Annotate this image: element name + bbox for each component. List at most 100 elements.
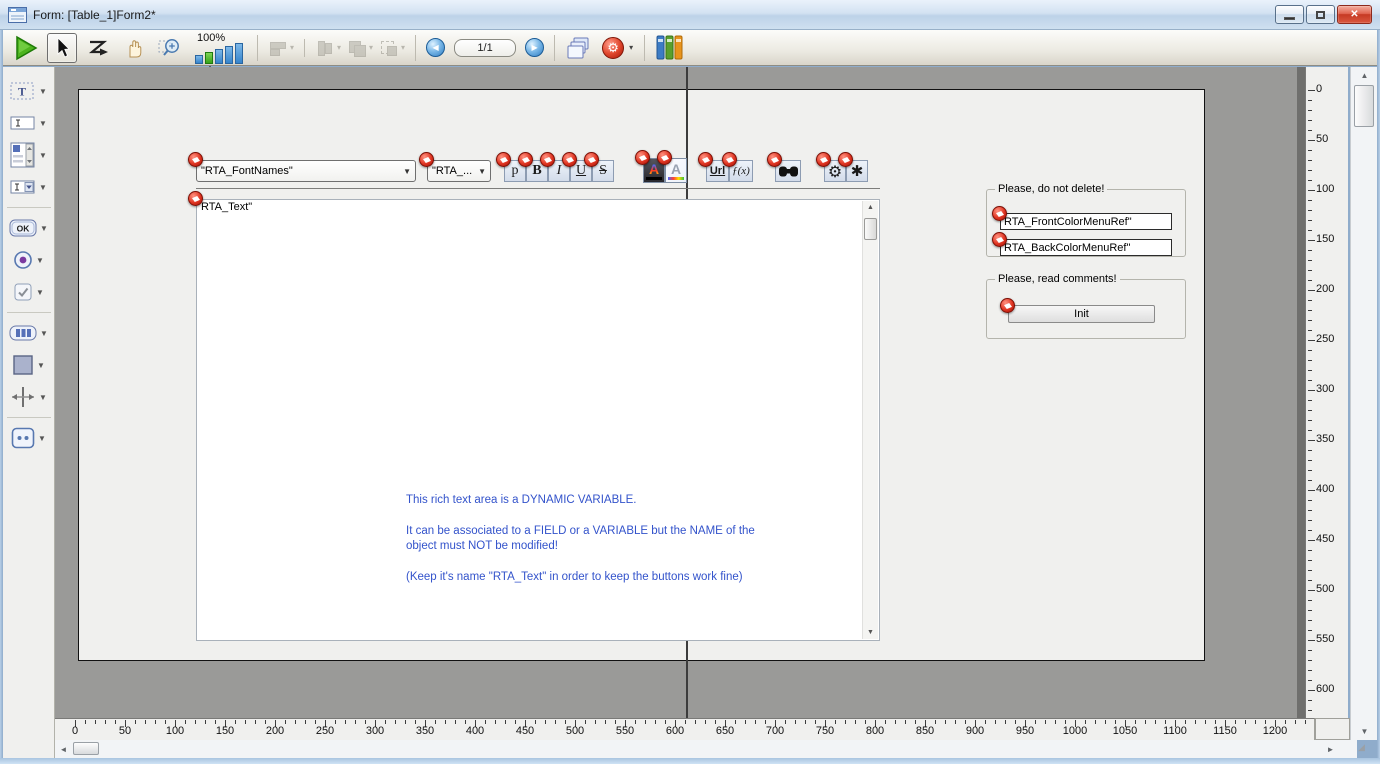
object-method-badge[interactable] (540, 152, 555, 167)
rich-text-area[interactable]: RTA_Text" This rich text area is a DYNAM… (196, 199, 880, 641)
selection-arrow-icon (55, 38, 70, 58)
next-page-button[interactable]: ▶ (525, 38, 544, 57)
zoom-tool-button[interactable] (155, 33, 185, 63)
chevron-down-icon[interactable]: ▼ (39, 151, 47, 160)
palette-tool-radio-button[interactable]: ▼ (13, 247, 44, 274)
palette-tool-checkbox[interactable]: ▼ (13, 279, 44, 306)
form-canvas[interactable]: "RTA_FontNames" ▼ "RTA_... ▼ p B I U S A… (55, 67, 1305, 718)
palette-tool-button[interactable]: OK ▼ (9, 215, 48, 242)
inherited-form-icon (567, 36, 593, 60)
duplicate-tools-disabled: ▾ (379, 39, 405, 57)
zoom-widget[interactable]: 100% (195, 32, 243, 64)
object-method-badge[interactable] (496, 152, 511, 167)
splitter-tool-icon (10, 386, 36, 408)
palette-separator (7, 207, 51, 208)
run-settings-gear-icon: ⚙ (602, 37, 624, 59)
chevron-down-icon[interactable]: ▼ (40, 329, 48, 338)
palette-tool-input-field[interactable]: ▼ (10, 110, 47, 137)
zoom-bars[interactable] (195, 44, 243, 64)
level-tools-disabled: ▾ (347, 39, 373, 57)
scroll-left-icon[interactable]: ◄ (55, 740, 72, 758)
vertical-scrollbar-thumb[interactable] (1354, 85, 1374, 127)
horizontal-scrollbar[interactable]: ◄ ► (55, 740, 1357, 758)
scroll-up-icon[interactable]: ▲ (867, 204, 874, 211)
resize-grip-icon[interactable]: ◢ (1358, 742, 1374, 756)
chevron-down-icon[interactable]: ▼ (39, 119, 47, 128)
listbox-tool-icon (10, 142, 36, 168)
window-title: Form: [Table_1]Form2* (33, 8, 156, 22)
palette-tool-plugin-area[interactable]: ▼ (11, 425, 46, 452)
entry-order-button[interactable] (83, 33, 113, 63)
font-name-combo[interactable]: "RTA_FontNames" ▼ (196, 160, 416, 182)
button-tool-icon: OK (9, 219, 37, 237)
front-color-menu-ref-field[interactable]: RTA_FrontColorMenuRef" (1000, 213, 1172, 230)
ruler-corner (1315, 718, 1350, 740)
scroll-down-icon[interactable]: ▼ (867, 629, 874, 636)
back-color-menu-ref-field[interactable]: RTA_BackColorMenuRef" (1000, 239, 1172, 256)
palette-tool-splitter[interactable]: ▼ (10, 384, 47, 411)
chevron-down-icon[interactable]: ▼ (36, 288, 44, 297)
object-method-badge[interactable] (1000, 298, 1015, 313)
palette-tool-button-grid[interactable]: ▼ (9, 320, 48, 347)
chevron-down-icon[interactable]: ▼ (39, 393, 47, 402)
inherited-form-button[interactable] (565, 33, 595, 63)
previous-page-button[interactable]: ◀ (426, 38, 445, 57)
palette-tool-static-text[interactable]: T ▼ (10, 78, 47, 105)
hand-pan-icon (123, 37, 145, 59)
object-method-badge[interactable] (419, 152, 434, 167)
library-button[interactable] (655, 33, 685, 63)
scroll-up-icon[interactable]: ▲ (1351, 67, 1378, 84)
object-method-badge[interactable] (188, 152, 203, 167)
horizontal-scrollbar-thumb[interactable] (73, 742, 99, 755)
rta-object-name: RTA_Text" (201, 201, 252, 213)
object-method-badge[interactable] (992, 232, 1007, 247)
scroll-right-icon[interactable]: ► (1322, 740, 1339, 758)
object-method-badge[interactable] (657, 150, 672, 165)
chevron-down-icon[interactable]: ▼ (40, 224, 48, 233)
pan-tool-button[interactable] (119, 33, 149, 63)
object-method-badge[interactable] (635, 150, 650, 165)
vertical-scrollbar[interactable]: ▲ ▼ (1350, 67, 1377, 740)
palette-tool-combobox[interactable]: ▼ (10, 174, 47, 201)
checkbox-tool-icon (13, 282, 33, 302)
select-tool-button[interactable] (47, 33, 77, 63)
palette-tool-rectangle[interactable]: ▼ (12, 352, 45, 379)
font-size-combo[interactable]: "RTA_... ▼ (427, 160, 491, 182)
titlebar: Form: [Table_1]Form2* ✕ (0, 0, 1380, 30)
chevron-down-icon[interactable]: ▼ (37, 361, 45, 370)
rta-scrollbar-thumb[interactable] (864, 218, 877, 240)
object-method-badge[interactable] (562, 152, 577, 167)
object-method-badge[interactable] (188, 191, 203, 206)
zoom-magnifier-icon (158, 36, 182, 60)
object-method-badge[interactable] (584, 152, 599, 167)
run-form-button[interactable] (11, 33, 41, 63)
init-button[interactable]: Init (1008, 305, 1155, 323)
rectangle-tool-icon (12, 354, 34, 376)
palette-tool-listbox[interactable]: ▼ (10, 142, 47, 169)
object-method-badge[interactable] (518, 152, 533, 167)
chevron-down-icon[interactable]: ▼ (36, 256, 44, 265)
chevron-down-icon[interactable]: ▼ (38, 434, 46, 443)
palette-separator (7, 312, 51, 313)
chevron-down-icon[interactable]: ▼ (39, 87, 47, 96)
svg-text:OK: OK (17, 224, 31, 234)
object-method-badge[interactable] (767, 152, 782, 167)
minimize-button[interactable] (1275, 5, 1304, 24)
chevron-down-icon[interactable]: ▼ (39, 183, 47, 192)
maximize-button[interactable] (1306, 5, 1335, 24)
rta-scrollbar[interactable]: ▲ ▼ (862, 201, 878, 639)
rta-comment-text: This rich text area is a DYNAMIC VARIABL… (406, 493, 778, 601)
mask-icon (779, 166, 798, 177)
toolbar-separator-line (196, 188, 880, 189)
object-method-badge[interactable] (992, 206, 1007, 221)
asterisk-icon: ✱ (851, 162, 864, 180)
object-method-badge[interactable] (698, 152, 713, 167)
object-method-badge[interactable] (838, 152, 853, 167)
zoom-level-label: 100% (197, 32, 225, 44)
object-method-badge[interactable] (816, 152, 831, 167)
group-title: Please, read comments! (995, 273, 1120, 285)
object-method-badge[interactable] (722, 152, 737, 167)
close-button[interactable]: ✕ (1337, 5, 1372, 24)
form-settings-button[interactable]: ⚙ ▾ (601, 33, 634, 63)
scroll-down-icon[interactable]: ▼ (1351, 723, 1378, 740)
